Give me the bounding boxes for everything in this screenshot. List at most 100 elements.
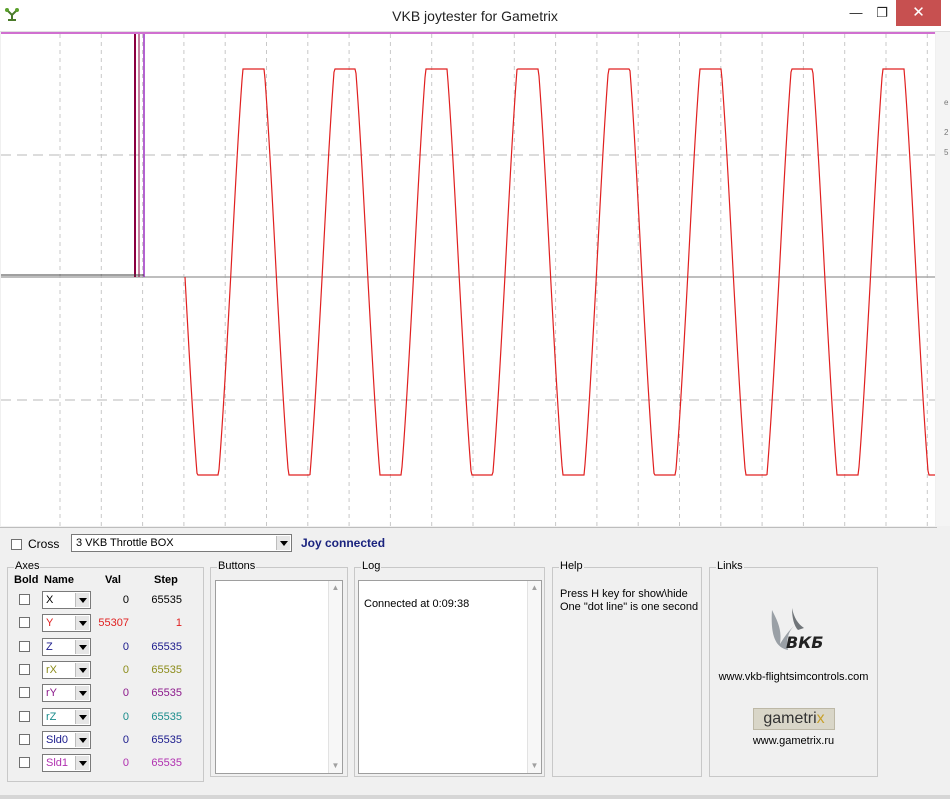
- axis-row: Z 0 65535: [8, 637, 203, 657]
- axes-group: Axes Bold Name Val Step X 0 65535 Y 55307 1 Z 0…: [7, 560, 204, 782]
- axis-value: 0: [122, 757, 129, 770]
- log-entry: Connected at 0:09:38: [364, 598, 470, 610]
- scroll-up-icon[interactable]: ▲: [528, 581, 541, 595]
- chevron-down-icon[interactable]: [75, 616, 89, 631]
- help-group-label: Help: [559, 560, 584, 572]
- controls-panel: Cross 3 VKB Throttle BOX Joy connected A…: [0, 527, 937, 796]
- strip-mark: 5: [944, 148, 949, 157]
- bold-checkbox[interactable]: [19, 663, 30, 675]
- header-name: Name: [44, 574, 74, 586]
- axis-row: rZ 0 65535: [8, 707, 203, 727]
- help-line-1: Press H key for show\hide: [560, 588, 688, 600]
- device-select-value: 3 VKB Throttle BOX: [76, 537, 174, 549]
- axis-name: Z: [46, 640, 53, 653]
- axis-name-select[interactable]: Y: [42, 614, 91, 633]
- axis-trace-graph: [1, 32, 935, 526]
- chevron-down-icon[interactable]: [75, 639, 89, 654]
- vkb-link[interactable]: www.vkb-flightsimcontrols.com: [710, 671, 877, 683]
- axis-step: 65535: [151, 687, 182, 700]
- cross-checkbox[interactable]: [11, 538, 22, 550]
- axis-name-select[interactable]: rY: [42, 684, 91, 703]
- strip-mark: 2: [944, 128, 949, 137]
- scroll-up-icon[interactable]: ▲: [329, 581, 342, 595]
- axis-step: 65535: [151, 733, 182, 746]
- header-val: Val: [105, 574, 121, 586]
- axis-step: 1: [175, 617, 182, 630]
- axis-name-select[interactable]: X: [42, 591, 91, 609]
- header-step: Step: [154, 574, 178, 586]
- connection-status: Joy connected: [301, 536, 386, 550]
- axis-name-select[interactable]: Z: [42, 637, 91, 656]
- axis-name-select[interactable]: rZ: [42, 707, 91, 726]
- buttons-scrollbar[interactable]: ▲ ▼: [328, 581, 342, 773]
- axis-name-select[interactable]: rX: [42, 660, 91, 679]
- buttons-group-label: Buttons: [217, 560, 257, 572]
- buttons-group: Buttons ▲ ▼: [210, 560, 348, 777]
- bold-checkbox[interactable]: [19, 687, 30, 699]
- scroll-down-icon[interactable]: ▼: [528, 759, 541, 773]
- axis-row: rX 0 65535: [8, 660, 203, 680]
- device-select[interactable]: 3 VKB Throttle BOX: [71, 534, 292, 552]
- gametrix-logo[interactable]: gametrix: [753, 708, 835, 730]
- axis-name: rX: [46, 663, 57, 676]
- axis-value: 0: [122, 594, 129, 606]
- axis-row: rY 0 65535: [8, 683, 203, 703]
- bold-checkbox[interactable]: [19, 594, 30, 605]
- axis-row: Y 55307 1: [8, 613, 203, 633]
- bold-checkbox[interactable]: [19, 640, 30, 652]
- bold-checkbox[interactable]: [19, 757, 30, 769]
- axis-step: 65535: [151, 640, 182, 653]
- title-bar: VKB joytester for Gametrix — ❐ ✕: [0, 0, 950, 32]
- axis-step: 65535: [151, 663, 182, 676]
- axis-name: Sld0: [46, 733, 69, 746]
- axis-name: X: [46, 594, 54, 606]
- axis-name: rY: [46, 687, 57, 700]
- chevron-down-icon[interactable]: [75, 732, 89, 747]
- axis-name-select[interactable]: Sld0: [42, 730, 91, 749]
- buttons-list[interactable]: ▲ ▼: [215, 580, 343, 774]
- bold-checkbox[interactable]: [19, 710, 30, 722]
- cross-option[interactable]: Cross: [11, 537, 59, 551]
- maximize-button[interactable]: ❐: [866, 0, 898, 26]
- header-bold: Bold: [14, 574, 39, 586]
- help-line-2: One "dot line" is one second: [560, 601, 699, 613]
- chevron-down-icon[interactable]: [276, 536, 290, 550]
- axes-group-label: Axes: [14, 560, 41, 572]
- chevron-down-icon[interactable]: [75, 593, 89, 607]
- graph-canvas: [1, 32, 935, 526]
- chevron-down-icon[interactable]: [75, 756, 89, 771]
- log-group: Log Connected at 0:09:38 ▲ ▼: [354, 560, 545, 777]
- links-group: Links ВКБ www.vkb-flightsimcontrols.com …: [709, 560, 878, 777]
- chevron-down-icon[interactable]: [75, 709, 89, 724]
- axis-name-select[interactable]: Sld1: [42, 754, 91, 773]
- log-scrollbar[interactable]: ▲ ▼: [527, 581, 541, 773]
- gametrix-link[interactable]: www.gametrix.ru: [710, 735, 877, 747]
- log-group-label: Log: [361, 560, 382, 572]
- log-list[interactable]: Connected at 0:09:38 ▲ ▼: [358, 580, 542, 774]
- window-title: VKB joytester for Gametrix: [392, 8, 558, 24]
- axis-row: Sld1 0 65535: [8, 753, 203, 773]
- axis-value: 0: [122, 640, 129, 653]
- axis-name: Sld1: [46, 757, 69, 770]
- axis-value: 0: [122, 687, 129, 700]
- axis-name: Y: [46, 617, 54, 630]
- help-group: Help Press H key for show\hide One "dot …: [552, 560, 702, 777]
- scroll-down-icon[interactable]: ▼: [329, 759, 342, 773]
- right-edge-strip: e 2 5: [936, 32, 950, 526]
- axis-step: 65535: [151, 594, 182, 606]
- bottom-edge: [0, 795, 950, 799]
- axis-name: rZ: [46, 710, 57, 723]
- cross-label: Cross: [28, 537, 60, 551]
- bold-checkbox[interactable]: [19, 733, 30, 745]
- vkb-logo[interactable]: ВКБ: [758, 604, 838, 658]
- axis-row: X 0 65535: [8, 590, 203, 610]
- strip-mark: e: [944, 98, 949, 107]
- svg-text:ВКБ: ВКБ: [786, 633, 823, 652]
- chevron-down-icon[interactable]: [75, 662, 89, 677]
- help-text: Press H key for show\hide One "dot line"…: [560, 588, 698, 614]
- bold-checkbox[interactable]: [19, 617, 30, 629]
- chevron-down-icon[interactable]: [75, 686, 89, 701]
- links-group-label: Links: [716, 560, 744, 572]
- close-button[interactable]: ✕: [896, 0, 941, 26]
- axis-value: 0: [122, 733, 129, 746]
